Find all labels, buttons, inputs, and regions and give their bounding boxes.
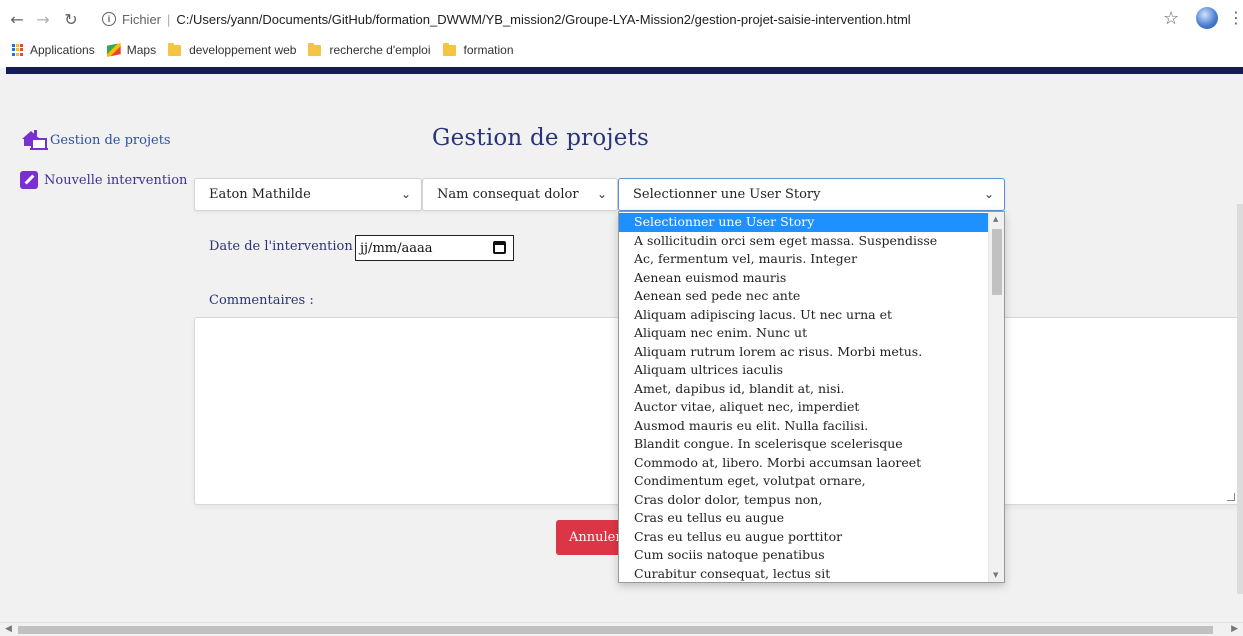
scroll-up-icon[interactable]: ▲	[993, 215, 998, 223]
project-select[interactable]: Nam consequat dolor ⌄	[422, 178, 618, 211]
dropdown-option[interactable]: Aliquam ultrices iaculis	[619, 361, 988, 380]
sidebar-item-label: Nouvelle intervention	[44, 172, 188, 188]
browser-chrome: ← → ↻ i Fichier | C:/Users/yann/Document…	[0, 0, 1243, 68]
address-bar: ← → ↻ i Fichier | C:/Users/yann/Document…	[0, 0, 1243, 38]
comment-label: Commentaires :	[209, 293, 314, 308]
folder-icon	[168, 42, 182, 56]
dropdown-option[interactable]: Ausmod mauris eu elit. Nulla facilisi.	[619, 417, 988, 436]
dropdown-option[interactable]: Aliquam nec enim. Nunc ut	[619, 324, 988, 343]
profile-avatar[interactable]	[1196, 7, 1218, 29]
folder-icon	[308, 42, 322, 56]
home-icon	[20, 129, 48, 151]
bookmark-star-icon[interactable]: ☆	[1163, 8, 1179, 29]
dropdown-option[interactable]: Aenean euismod mauris	[619, 269, 988, 288]
url-field[interactable]: i Fichier | C:/Users/yann/Documents/GitH…	[94, 5, 1174, 33]
dropdown-option[interactable]: Cras eu tellus eu augue porttitor	[619, 528, 988, 547]
date-input[interactable]: jj/mm/aaaa	[355, 235, 514, 261]
bookmark-label: developpement web	[189, 43, 297, 57]
folder-icon	[442, 42, 456, 56]
dropdown-option[interactable]: Amet, dapibus id, blandit at, nisi.	[619, 380, 988, 399]
bookmark-label: formation	[463, 43, 514, 57]
user-story-select[interactable]: Selectionner une User Story ⌄	[618, 178, 1005, 211]
dropdown-list: Selectionner une User Story A sollicitudi…	[619, 213, 988, 583]
project-select-value: Nam consequat dolor	[437, 187, 579, 202]
url-scheme-label: Fichier	[122, 11, 162, 27]
bookmark-label: Maps	[126, 43, 157, 57]
header-band	[6, 67, 1243, 74]
scroll-right-icon[interactable]: ▶	[1231, 624, 1238, 634]
bookmark-developpement-web[interactable]: developpement web	[168, 42, 297, 57]
bookmark-maps[interactable]: Maps	[106, 43, 157, 57]
developer-select-value: Eaton Mathilde	[209, 187, 311, 202]
bookmark-label: recherche d'emploi	[329, 43, 431, 57]
date-label: Date de l'intervention :	[209, 239, 362, 254]
dropdown-option[interactable]: Aliquam adipiscing lacus. Ut nec urna et	[619, 306, 988, 325]
forward-arrow-icon[interactable]: →	[30, 6, 56, 32]
dropdown-scroll-thumb[interactable]	[992, 229, 1002, 295]
user-story-select-value: Selectionner une User Story	[633, 187, 821, 202]
bookmarks-bar: Applications Maps developpement web rech…	[0, 38, 1243, 62]
chevron-down-icon: ⌄	[596, 187, 607, 201]
dropdown-option[interactable]: A sollicitudin orci sem eget massa. Susp…	[619, 232, 988, 251]
dropdown-option[interactable]: Curabitur consequat, lectus sit	[619, 565, 988, 583]
horizontal-scroll-thumb[interactable]	[18, 626, 1213, 634]
dropdown-option[interactable]: Auctor vitae, aliquet nec, imperdiet	[619, 398, 988, 417]
reload-icon[interactable]: ↻	[58, 6, 84, 32]
dropdown-option[interactable]: Cum sociis natoque penatibus	[619, 546, 988, 565]
bookmark-applications[interactable]: Applications	[12, 43, 95, 57]
page-vertical-scrollbar[interactable]	[1237, 204, 1243, 594]
resize-grip-icon[interactable]	[1227, 493, 1235, 501]
apps-grid-icon	[12, 44, 24, 56]
edit-icon	[20, 171, 38, 189]
maps-icon	[106, 43, 121, 57]
dropdown-option[interactable]: Cras eu tellus eu augue	[619, 509, 988, 528]
sidebar-item-label: Gestion de projets	[50, 132, 171, 148]
dropdown-option[interactable]: Aenean sed pede nec ante	[619, 287, 988, 306]
info-icon[interactable]: i	[102, 12, 116, 26]
dropdown-option[interactable]: Condimentum eget, volutpat ornare,	[619, 472, 988, 491]
developer-select[interactable]: Eaton Mathilde ⌄	[194, 178, 422, 211]
url-path: C:/Users/yann/Documents/GitHub/formation…	[176, 11, 911, 27]
date-placeholder: jj/mm/aaaa	[360, 240, 433, 256]
dropdown-option[interactable]: Cras dolor dolor, tempus non,	[619, 491, 988, 510]
bookmark-label: Applications	[30, 43, 95, 57]
bookmark-recherche-emploi[interactable]: recherche d'emploi	[308, 42, 431, 57]
chevron-down-icon: ⌄	[983, 187, 994, 201]
chevron-down-icon: ⌄	[400, 187, 411, 201]
scroll-left-icon[interactable]: ◀	[5, 624, 12, 634]
page-content: Gestion de projets Nouvelle intervention…	[0, 74, 1243, 622]
dropdown-option[interactable]: Aliquam rutrum lorem ac risus. Morbi met…	[619, 343, 988, 362]
scroll-down-icon[interactable]: ▼	[993, 571, 998, 579]
calendar-icon[interactable]	[493, 241, 506, 254]
kebab-menu-icon[interactable]: ⋮	[1228, 8, 1243, 27]
dropdown-option[interactable]: Ac, fermentum vel, mauris. Integer	[619, 250, 988, 269]
sidebar-item-nouvelle-intervention[interactable]: Nouvelle intervention	[20, 171, 187, 189]
url-separator: |	[167, 11, 171, 27]
dropdown-option[interactable]: Blandit congue. In scelerisque scelerisq…	[619, 435, 988, 454]
sidebar-item-gestion-projets[interactable]: Gestion de projets	[20, 129, 171, 151]
page-title: Gestion de projets	[432, 125, 649, 151]
user-story-dropdown[interactable]: Selectionner une User Story A sollicitudi…	[618, 211, 1005, 583]
bookmark-formation[interactable]: formation	[442, 42, 514, 57]
dropdown-scrollbar[interactable]: ▲ ▼	[988, 212, 1004, 582]
back-arrow-icon[interactable]: ←	[4, 6, 30, 32]
dropdown-option[interactable]: Selectionner une User Story	[619, 213, 988, 232]
dropdown-option[interactable]: Commodo at, libero. Morbi accumsan laore…	[619, 454, 988, 473]
page-horizontal-scrollbar[interactable]: ◀ ▶	[0, 622, 1243, 636]
